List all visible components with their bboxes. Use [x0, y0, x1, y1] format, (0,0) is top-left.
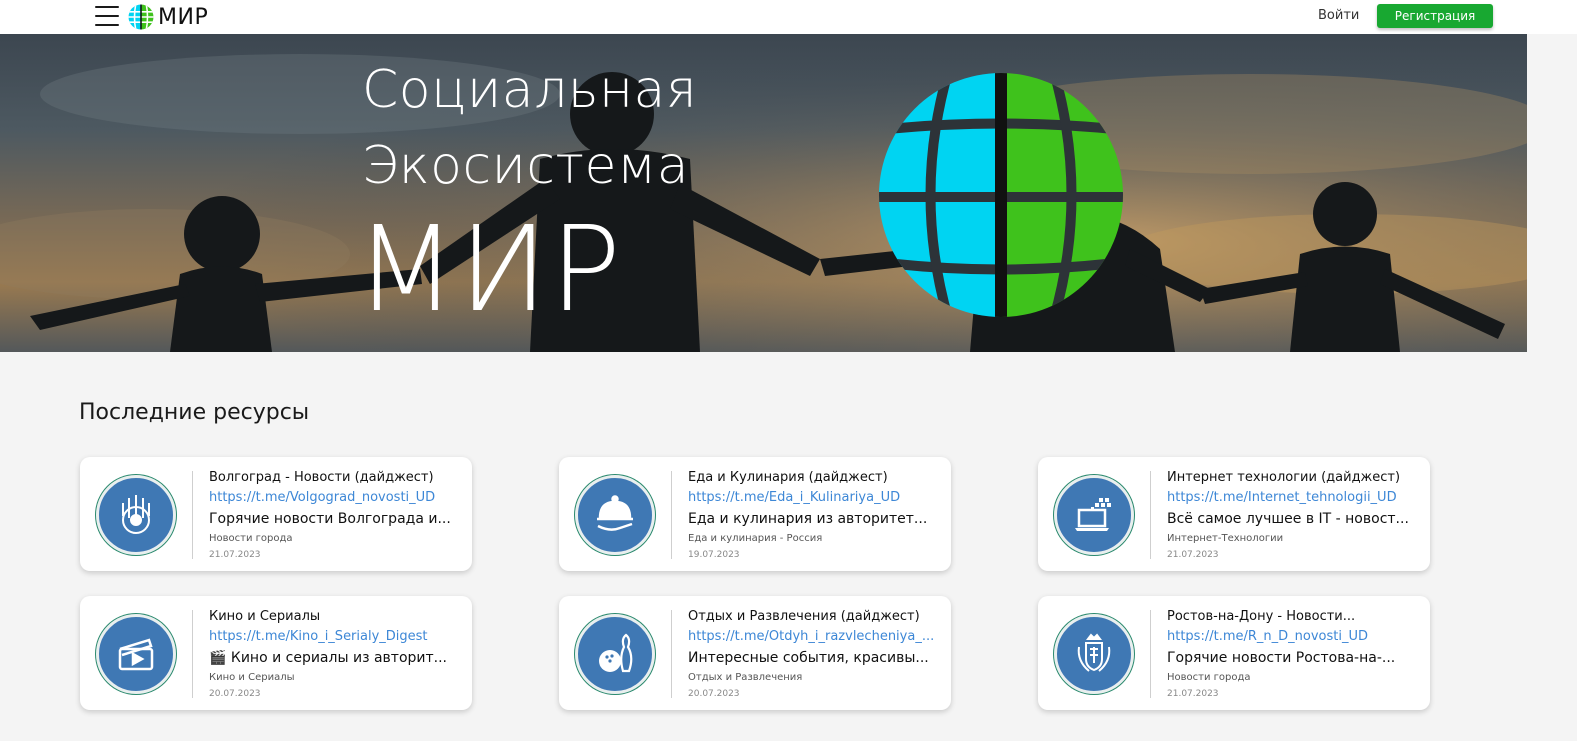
card-link[interactable]: https://t.me/Internet_tehnologii_UD	[1167, 490, 1417, 505]
card-date: 21.07.2023	[209, 550, 261, 560]
card-title: Еда и Кулинария (дайджест)	[688, 470, 888, 485]
card-description: Горячие новости Ростова-на-...	[1167, 650, 1396, 666]
menu-icon[interactable]	[95, 6, 119, 26]
card-description: Интересные события, красивы...	[688, 650, 929, 666]
card-category: Интернет-Технологии	[1167, 533, 1284, 544]
card-link[interactable]: https://t.me/Kino_i_Serialy_Digest	[209, 629, 459, 644]
card-link[interactable]: https://t.me/R_n_D_novosti_UD	[1167, 629, 1417, 644]
card-title: Отдых и Развлечения (дайджест)	[688, 609, 920, 624]
brand-name: МИР	[158, 4, 209, 30]
laptop-icon	[1054, 475, 1134, 555]
card-date: 21.07.2023	[1167, 550, 1219, 560]
card-description: Всё самое лучшее в IT - новост...	[1167, 511, 1409, 527]
resource-card[interactable]: Еда и Кулинария (дайджест) https://t.me/…	[559, 457, 951, 571]
card-title: Волгоград - Новости (дайджест)	[209, 470, 434, 485]
hero-title-line2: Экосистема	[362, 136, 690, 196]
globe-logo-icon	[128, 4, 154, 30]
resource-card[interactable]: Волгоград - Новости (дайджест) https://t…	[80, 457, 472, 571]
brand-logo[interactable]: МИР	[128, 3, 208, 31]
card-description: Горячие новости Волгограда и...	[209, 511, 451, 527]
card-category: Отдых и Развлечения	[688, 672, 803, 683]
resource-card[interactable]: Ростов-на-Дону - Новости... https://t.me…	[1038, 596, 1430, 710]
login-link[interactable]: Войти	[1318, 8, 1359, 23]
register-button[interactable]: Регистрация	[1377, 4, 1493, 28]
card-category: Новости города	[1167, 672, 1251, 683]
card-title: Ростов-на-Дону - Новости...	[1167, 609, 1356, 624]
card-category: Новости города	[209, 533, 293, 544]
emblem-icon	[96, 475, 176, 555]
resource-card[interactable]: Интернет технологии (дайджест) https://t…	[1038, 457, 1430, 571]
coat-of-arms-icon	[1054, 614, 1134, 694]
top-navbar: МИР Войти Регистрация	[0, 0, 1577, 34]
hero-background-image	[0, 34, 1527, 352]
cloche-icon	[575, 475, 655, 555]
hero-title-line1: Социальная	[362, 60, 698, 120]
card-description: 🎬 Кино и сериалы из авторит...	[209, 650, 447, 666]
card-date: 20.07.2023	[688, 689, 740, 699]
clapperboard-icon	[96, 614, 176, 694]
resource-card[interactable]: Кино и Сериалы https://t.me/Kino_i_Seria…	[80, 596, 472, 710]
card-date: 19.07.2023	[688, 550, 740, 560]
section-title: Последние ресурсы	[79, 400, 310, 425]
card-title: Кино и Сериалы	[209, 609, 321, 624]
card-link[interactable]: https://t.me/Otdyh_i_razvlecheniya_...	[688, 629, 938, 644]
resource-card[interactable]: Отдых и Развлечения (дайджест) https://t…	[559, 596, 951, 710]
card-title: Интернет технологии (дайджест)	[1167, 470, 1401, 485]
card-category: Еда и кулинария - Россия	[688, 533, 823, 544]
card-description: Еда и кулинария из авторитет...	[688, 511, 928, 527]
card-date: 21.07.2023	[1167, 689, 1219, 699]
hero-banner: Социальная Экосистема МИР	[0, 34, 1527, 352]
hero-globe-icon	[879, 73, 1123, 317]
card-link[interactable]: https://t.me/Volgograd_novosti_UD	[209, 490, 459, 505]
card-link[interactable]: https://t.me/Eda_i_Kulinariya_UD	[688, 490, 938, 505]
card-date: 20.07.2023	[209, 689, 261, 699]
card-category: Кино и Сериалы	[209, 672, 295, 683]
hero-title-line3: МИР	[355, 200, 624, 338]
bowling-icon	[575, 614, 655, 694]
